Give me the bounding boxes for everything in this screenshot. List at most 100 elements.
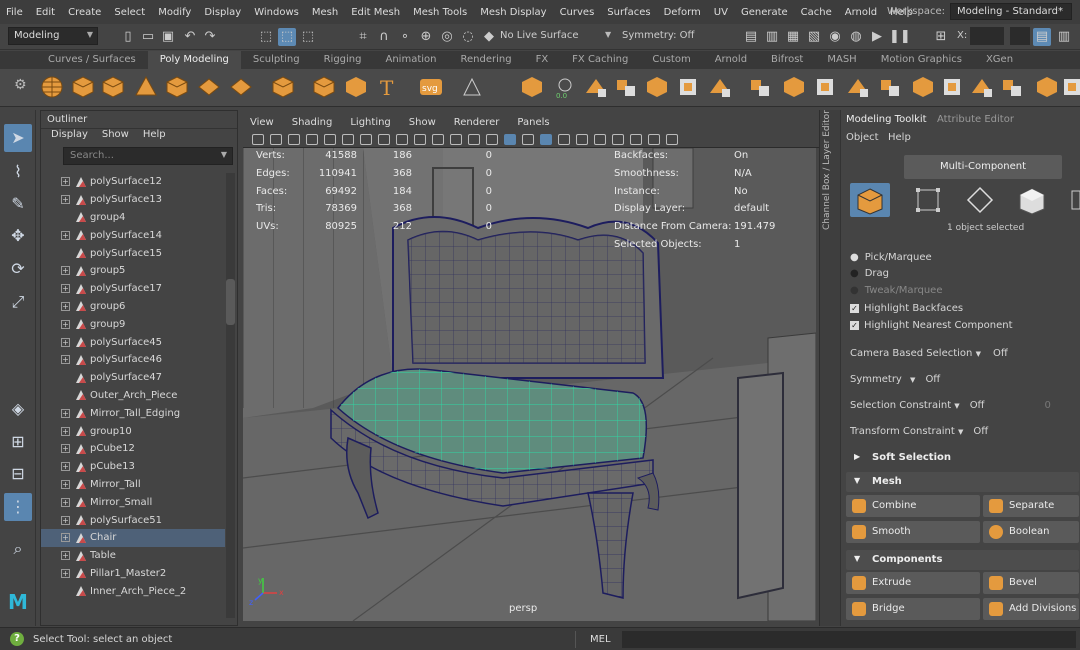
soccer-ball-icon[interactable] bbox=[312, 75, 336, 99]
channel-box-tab[interactable]: Channel Box / Layer Editor bbox=[820, 110, 841, 626]
menu-modify[interactable]: Modify bbox=[158, 7, 191, 18]
expand-icon[interactable]: + bbox=[61, 497, 70, 507]
viewport-menu-renderer[interactable]: Renderer bbox=[454, 114, 500, 132]
aa-icon[interactable] bbox=[594, 134, 606, 145]
boolean-icon[interactable] bbox=[748, 75, 772, 99]
pick-marquee-radio[interactable]: ● Pick/Marquee bbox=[850, 252, 932, 263]
outliner-item[interactable]: + Chair bbox=[41, 528, 225, 547]
outliner-layout-icon[interactable]: ⋮ bbox=[4, 493, 32, 521]
object-mode-icon[interactable] bbox=[850, 183, 890, 217]
viewport-menu-view[interactable]: View bbox=[250, 114, 274, 132]
x-field[interactable] bbox=[970, 27, 1004, 45]
face-mode-icon[interactable] bbox=[1012, 183, 1052, 217]
fill-hole-icon[interactable] bbox=[911, 75, 935, 99]
highlight-nearest-checkbox[interactable]: ✓ Highlight Nearest Component bbox=[850, 320, 1013, 331]
menu-edit-mesh[interactable]: Edit Mesh bbox=[351, 7, 400, 18]
save-scene-icon[interactable]: ▣ bbox=[159, 28, 177, 46]
render-view-icon[interactable]: ◍ bbox=[847, 28, 865, 46]
snap-surface-icon[interactable]: ◎ bbox=[438, 28, 456, 46]
symmetry-label[interactable]: Symmetry: Off bbox=[622, 30, 694, 41]
viewport-menu-lighting[interactable]: Lighting bbox=[350, 114, 390, 132]
outliner-menu-display[interactable]: Display bbox=[51, 129, 88, 145]
select-tool-icon[interactable]: ➤ bbox=[4, 124, 32, 152]
expand-icon[interactable]: + bbox=[61, 479, 70, 489]
ao-icon[interactable] bbox=[558, 134, 570, 145]
scale-tool-icon[interactable]: ⤢ bbox=[4, 288, 32, 316]
expand-icon[interactable]: + bbox=[61, 177, 70, 187]
camera-based-selection-dropdown[interactable]: Camera Based Selection ▼ Off bbox=[850, 348, 1008, 359]
bevel-button[interactable]: Bevel bbox=[983, 572, 1079, 594]
torus-icon[interactable] bbox=[165, 75, 189, 99]
outliner-item[interactable]: + Table bbox=[41, 547, 225, 565]
drag-radio[interactable]: ● Drag bbox=[850, 268, 889, 279]
undo-icon[interactable]: ↶ bbox=[181, 28, 199, 46]
expand-icon[interactable]: + bbox=[61, 533, 70, 543]
tweak-marquee-radio[interactable]: ● Tweak/Marquee bbox=[850, 285, 943, 296]
exposure-icon[interactable] bbox=[648, 134, 660, 145]
pause-icon[interactable]: ❚❚ bbox=[889, 28, 911, 46]
expand-icon[interactable]: + bbox=[61, 355, 70, 365]
cone-icon[interactable] bbox=[134, 75, 158, 99]
menu-file[interactable]: File bbox=[6, 7, 23, 18]
menu-create[interactable]: Create bbox=[68, 7, 101, 18]
outliner-item[interactable]: + Mirror_Tall bbox=[41, 476, 225, 494]
shelf-tab-fx[interactable]: FX bbox=[524, 51, 561, 69]
add-divisions-button[interactable]: Add Divisions bbox=[983, 598, 1079, 620]
type-icon[interactable]: T bbox=[375, 75, 399, 100]
outliner-item[interactable]: + group6 bbox=[41, 298, 225, 316]
viewport-menu-shading[interactable]: Shading bbox=[292, 114, 333, 132]
new-scene-icon[interactable]: ▯ bbox=[119, 28, 137, 46]
outliner-item[interactable]: + polySurface46 bbox=[41, 351, 225, 369]
menu-deform[interactable]: Deform bbox=[664, 7, 701, 18]
mirror-icon[interactable] bbox=[782, 75, 806, 99]
average-icon[interactable] bbox=[708, 75, 732, 99]
ipr-render-icon[interactable]: ▦ bbox=[784, 28, 802, 46]
extract-icon[interactable] bbox=[645, 75, 669, 99]
safe-title-icon[interactable] bbox=[396, 134, 408, 145]
outliner-item[interactable]: polySurface47 bbox=[41, 369, 225, 387]
extrude-icon[interactable] bbox=[846, 75, 870, 99]
outliner-item[interactable]: + pCube12 bbox=[41, 440, 225, 458]
attribute-toggle-icon[interactable]: ▥ bbox=[1055, 28, 1073, 46]
cylinder-icon[interactable] bbox=[101, 75, 125, 99]
bridge-icon[interactable] bbox=[813, 75, 837, 99]
outliner-item[interactable]: + polySurface45 bbox=[41, 333, 225, 351]
lights-icon[interactable] bbox=[522, 134, 534, 145]
expand-icon[interactable]: + bbox=[61, 408, 70, 418]
expand-icon[interactable]: + bbox=[61, 337, 70, 347]
toolkit-menu-object[interactable]: Object bbox=[846, 132, 879, 143]
shelf-tab-sculpting[interactable]: Sculpting bbox=[241, 51, 312, 69]
extrude-button[interactable]: Extrude bbox=[846, 572, 980, 594]
menu-uv[interactable]: UV bbox=[714, 7, 728, 18]
move-tool-icon[interactable]: ✥ bbox=[4, 222, 32, 250]
snap-point-icon[interactable]: ∘ bbox=[396, 28, 414, 46]
combine-button[interactable]: Combine bbox=[846, 495, 980, 517]
highlight-backfaces-checkbox[interactable]: ✓ Highlight Backfaces bbox=[850, 303, 963, 314]
four-view-layout-icon[interactable]: ⊞ bbox=[4, 428, 32, 456]
make-live-icon[interactable]: ◆ bbox=[480, 28, 498, 46]
expand-icon[interactable]: + bbox=[61, 266, 70, 276]
expand-icon[interactable]: + bbox=[61, 444, 70, 454]
outliner-item[interactable]: + polySurface13 bbox=[41, 191, 225, 209]
textured-icon[interactable] bbox=[504, 134, 516, 145]
expand-icon[interactable]: + bbox=[61, 515, 70, 525]
shelf-tab-custom[interactable]: Custom bbox=[640, 51, 702, 69]
components-section[interactable]: ▼ Components bbox=[846, 550, 1079, 570]
outliner-item[interactable]: + polySurface14 bbox=[41, 226, 225, 244]
transform-input-icon[interactable]: ⊞ bbox=[932, 28, 950, 46]
soft-selection-section[interactable]: ▶ Soft Selection bbox=[846, 448, 1079, 468]
motion-blur-icon[interactable] bbox=[576, 134, 588, 145]
outliner-scrollbar[interactable] bbox=[226, 173, 235, 618]
image-plane-icon[interactable] bbox=[288, 134, 300, 145]
outliner-item[interactable]: polySurface15 bbox=[41, 244, 225, 262]
menu-mesh[interactable]: Mesh bbox=[312, 7, 338, 18]
symmetry-dropdown[interactable]: Symmetry ▼ Off bbox=[850, 374, 940, 385]
outliner-item[interactable]: + polySurface51 bbox=[41, 511, 225, 529]
safe-action-icon[interactable] bbox=[378, 134, 390, 145]
bookmark-icon[interactable] bbox=[270, 134, 282, 145]
plane-icon[interactable] bbox=[197, 75, 221, 99]
live-surface-label[interactable]: No Live Surface bbox=[500, 30, 578, 41]
xray-joints-icon[interactable] bbox=[630, 134, 642, 145]
expand-icon[interactable]: + bbox=[61, 195, 70, 205]
menu-generate[interactable]: Generate bbox=[741, 7, 788, 18]
